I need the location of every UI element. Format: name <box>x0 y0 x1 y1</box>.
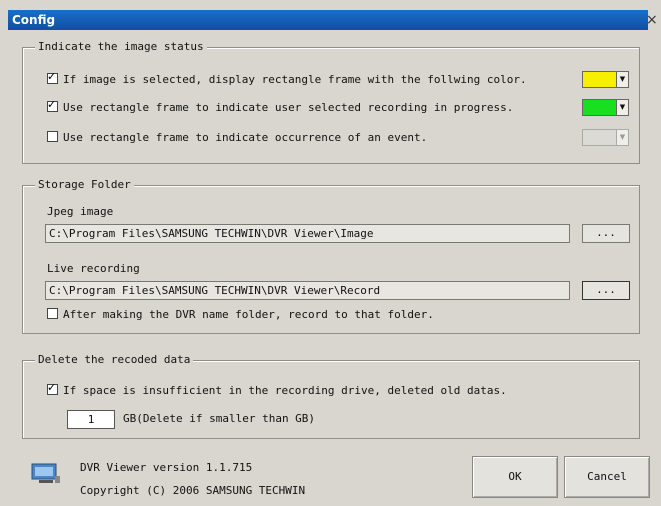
jpeg-browse-button[interactable]: ... <box>582 224 630 243</box>
copyright-text: Copyright (C) 2006 SAMSUNG TECHWIN <box>80 484 306 497</box>
live-recording-label: Live recording <box>47 262 140 275</box>
chevron-down-icon[interactable]: ▼ <box>616 71 629 88</box>
close-icon[interactable]: × <box>646 12 658 28</box>
storage-folder-legend: Storage Folder <box>35 178 134 191</box>
jpeg-image-label: Jpeg image <box>47 205 114 218</box>
title-bar[interactable]: Config <box>8 10 648 30</box>
config-window: Config × Indicate the image status If im… <box>0 0 661 506</box>
delete-old-option[interactable]: If space is insufficient in the recordin… <box>47 381 507 397</box>
event-frame-checkbox[interactable] <box>47 131 58 142</box>
image-selected-checkbox[interactable] <box>47 70 58 84</box>
recording-color-swatch[interactable] <box>582 99 617 116</box>
monitor-icon <box>31 463 61 485</box>
ok-button[interactable]: OK <box>472 456 558 498</box>
gb-suffix-label: GB(Delete if smaller than GB) <box>123 412 316 425</box>
chevron-down-icon[interactable]: ▼ <box>616 99 629 116</box>
recording-frame-option[interactable]: Use rectangle frame to indicate user sel… <box>47 98 513 114</box>
window-title: Config <box>12 13 56 27</box>
chevron-down-icon: ▼ <box>616 129 629 146</box>
live-path-field[interactable]: C:\Program Files\SAMSUNG TECHWIN\DVR Vie… <box>45 281 570 300</box>
image-selected-option[interactable]: If image is selected, display rectangle … <box>47 70 527 86</box>
delete-data-legend: Delete the recoded data <box>35 353 194 366</box>
delete-old-checkbox[interactable] <box>47 381 58 395</box>
selected-color-swatch[interactable] <box>582 71 617 88</box>
dvr-folder-checkbox[interactable] <box>47 308 58 319</box>
gb-input[interactable]: 1 <box>67 410 115 429</box>
event-color-swatch <box>582 129 617 146</box>
live-browse-button[interactable]: ... <box>582 281 630 300</box>
cancel-button[interactable]: Cancel <box>564 456 650 498</box>
dvr-folder-option[interactable]: After making the DVR name folder, record… <box>47 308 434 321</box>
recording-frame-checkbox[interactable] <box>47 98 58 112</box>
event-frame-option[interactable]: Use rectangle frame to indicate occurren… <box>47 131 427 144</box>
jpeg-path-field[interactable]: C:\Program Files\SAMSUNG TECHWIN\DVR Vie… <box>45 224 570 243</box>
version-text: DVR Viewer version 1.1.715 <box>80 461 253 474</box>
image-status-legend: Indicate the image status <box>35 40 207 53</box>
